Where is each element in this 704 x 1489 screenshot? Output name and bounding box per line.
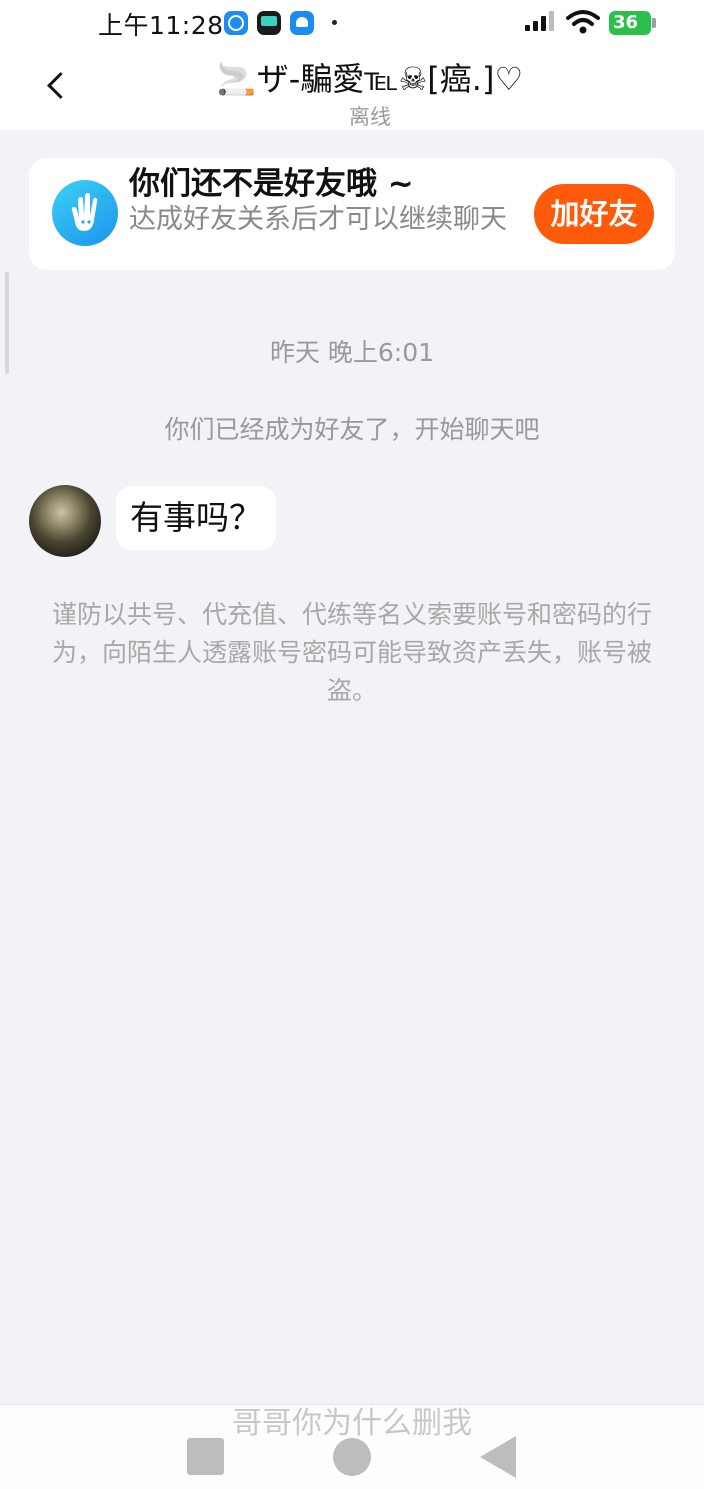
status-time: 上午11:28: [98, 11, 224, 40]
avatar[interactable]: [29, 485, 101, 557]
message-bubble[interactable]: 有事吗？: [116, 486, 276, 550]
chat-title: 🚬ザ-騙愛℡☠[癌.]♡: [216, 60, 524, 98]
online-status: 离线: [349, 105, 391, 129]
battery-level: 36: [613, 12, 639, 33]
add-friend-button[interactable]: 加好友: [534, 184, 654, 244]
card-title: 你们还不是好友哦 ~: [129, 166, 414, 202]
system-message: 你们已经成为好友了，开始聊天吧: [164, 415, 540, 444]
recent-apps-square-icon[interactable]: [187, 1438, 224, 1475]
wifi-icon: [566, 10, 600, 34]
tv-app-icon: [257, 11, 281, 35]
back-button[interactable]: [36, 60, 80, 110]
battery-tip: [652, 18, 656, 28]
battery-icon: 36: [609, 11, 651, 35]
chat-header: 🚬ザ-騙愛℡☠[癌.]♡ 离线: [0, 46, 704, 130]
back-triangle-icon[interactable]: [480, 1436, 516, 1478]
not-friends-card: 你们还不是好友哦 ~ 达成好友关系后才可以继续聊天 加好友: [29, 158, 675, 270]
notification-dot-icon: [332, 20, 337, 25]
home-circle-icon[interactable]: [333, 1438, 371, 1476]
message-timestamp: 昨天 晚上6:01: [269, 338, 435, 367]
overlay-caption: 哥哥你为什么删我: [232, 1406, 472, 1441]
status-bar: 上午11:28 36: [0, 0, 704, 46]
kuaishou-k-icon: [224, 11, 248, 35]
android-app-icon: [290, 11, 314, 35]
security-warning: 谨防以共号、代充值、代练等名义索要账号和密码的行为，向陌生人透露账号密码可能导致…: [51, 600, 652, 705]
wave-hand-icon: [52, 180, 118, 246]
card-subtitle: 达成好友关系后才可以继续聊天: [129, 204, 507, 235]
